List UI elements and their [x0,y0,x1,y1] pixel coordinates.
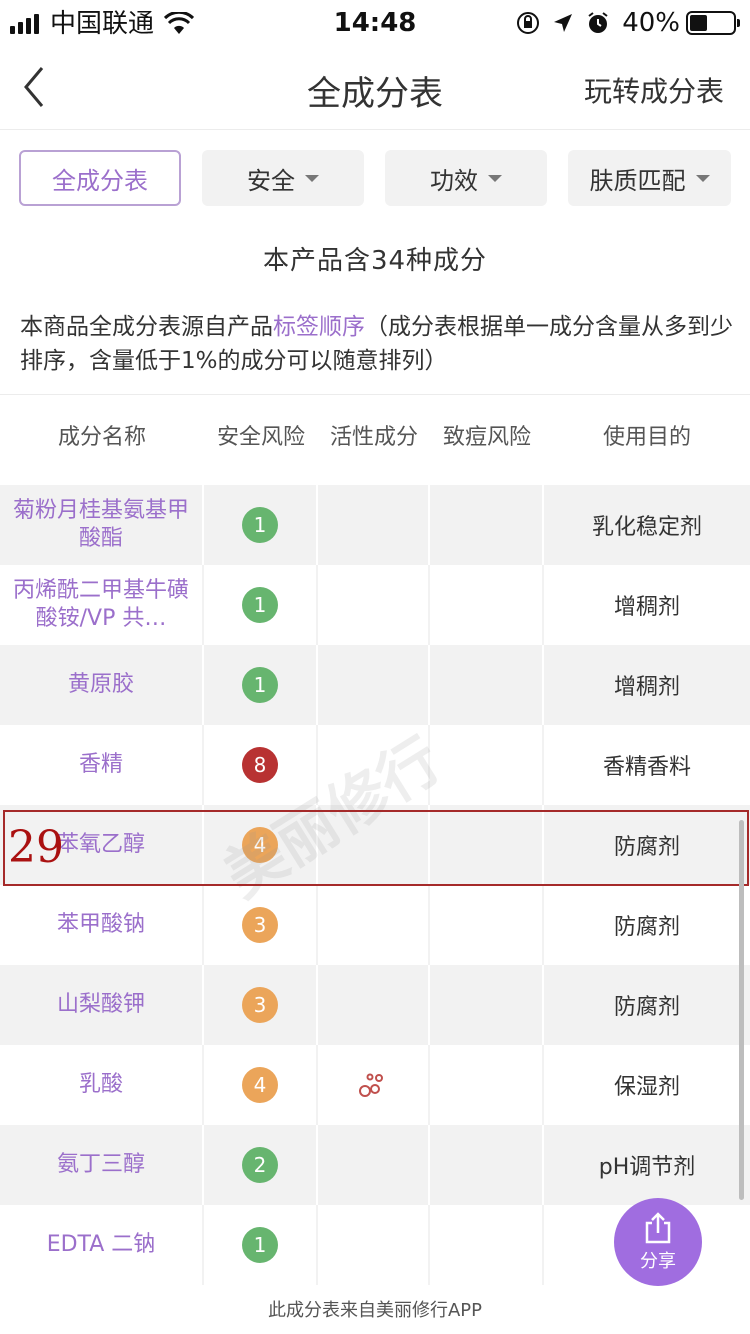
caret-down-icon [488,174,502,182]
ingredient-name[interactable]: 黄原胶 [60,671,142,699]
header-purpose: 使用目的 [602,425,691,450]
header-acne: 致痘风险 [442,425,531,450]
scrollbar[interactable] [739,820,744,1200]
highlight-number: 29 [8,822,64,873]
ingredient-table: 成分名称 安全风险 活性成分 致痘风险 使用目的 菊粉月桂基氨基甲酸酯 1 乳化… [0,394,750,1286]
source-description: 本商品全成分表源自产品标签顺序（成分表根据单一成分含量从多到少排序，含量低于1%… [20,310,736,378]
tab-full-list[interactable]: 全成分表 [19,150,181,206]
filter-tabs: 全成分表 安全 功效 肤质匹配 [19,150,731,206]
footer-source: 此成分表来自美丽修行APP [267,1300,483,1321]
table-body: 菊粉月桂基氨基甲酸酯 1 乳化稳定剂 丙烯酰二甲基牛磺酸铵/VP 共… 1 增稠… [0,485,750,1285]
ingredient-name[interactable]: 苯甲酸钠 [49,911,153,939]
ingredient-count: 本产品含34种成分 [262,246,488,276]
status-right: 40% [516,8,740,38]
desc-text: 本商品全成分表源自产品 [20,314,273,340]
table-row[interactable]: 苯氧乙醇 4 防腐剂 [0,805,750,885]
table-row[interactable]: 苯甲酸钠 3 防腐剂 [0,885,750,965]
table-row[interactable]: 菊粉月桂基氨基甲酸酯 1 乳化稳定剂 [0,485,750,565]
orientation-lock-icon [517,12,540,34]
share-button[interactable]: 分享 [614,1198,702,1286]
alarm-icon [588,12,608,33]
purpose-text: 增稠剂 [613,595,680,620]
header-safety: 安全风险 [216,425,305,450]
ingredient-name[interactable]: 乳酸 [71,1071,131,1099]
table-row[interactable]: 丙烯酰二甲基牛磺酸铵/VP 共… 1 增稠剂 [0,565,750,645]
battery-percent: 40% [622,8,680,38]
tab-label: 肤质匹配 [589,166,686,195]
purpose-text: 防腐剂 [613,835,680,860]
risk-badge: 4 [242,1067,278,1103]
purpose-text: 增稠剂 [613,675,680,700]
table-row[interactable]: 香精 8 香精香料 [0,725,750,805]
ingredient-name[interactable]: 菊粉月桂基氨基甲酸酯 [0,497,202,553]
location-arrow-icon [554,14,573,32]
tab-label: 安全 [247,166,295,195]
purpose-text: 防腐剂 [613,995,680,1020]
risk-badge: 3 [242,907,278,943]
risk-badge: 1 [242,587,278,623]
tab-safety[interactable]: 安全 [202,150,364,206]
tab-skin-match[interactable]: 肤质匹配 [568,150,731,206]
ingredient-name[interactable]: 氨丁三醇 [49,1151,153,1179]
purpose-text: 香精香料 [602,755,691,780]
risk-badge: 2 [242,1147,278,1183]
ingredient-name[interactable]: 苯氧乙醇 [49,831,153,859]
header-active: 活性成分 [329,425,418,450]
ingredient-name[interactable]: 丙烯酰二甲基牛磺酸铵/VP 共… [0,577,202,633]
ingredient-name[interactable]: EDTA 二钠 [39,1231,164,1259]
tab-efficacy[interactable]: 功效 [385,150,547,206]
guide-link[interactable]: 玩转成分表 [584,70,724,110]
label-order-link[interactable]: 标签顺序 [273,314,365,340]
caret-down-icon [305,174,319,182]
nav-bar: 全成分表 玩转成分表 [0,48,750,130]
ingredient-name[interactable]: 香精 [71,751,131,779]
risk-badge: 3 [242,987,278,1023]
table-row[interactable]: 氨丁三醇 2 pH调节剂 [0,1125,750,1205]
caret-down-icon [695,174,710,182]
risk-badge: 1 [242,667,278,703]
purpose-text: 乳化稳定剂 [591,515,702,540]
purpose-text: 保湿剂 [613,1075,680,1100]
header-name: 成分名称 [57,425,146,450]
risk-badge: 1 [242,1227,278,1263]
risk-badge: 8 [242,747,278,783]
ingredient-name[interactable]: 山梨酸钾 [49,991,153,1019]
purpose-text: pH调节剂 [598,1155,696,1180]
share-label: 分享 [640,1251,676,1272]
status-bar: 中国联通 14:48 40% [0,0,750,48]
risk-badge: 1 [242,507,278,543]
table-row[interactable]: 黄原胶 1 增稠剂 [0,645,750,725]
table-header: 成分名称 安全风险 活性成分 致痘风险 使用目的 [0,395,750,475]
battery-icon [686,11,740,35]
purpose-text: 防腐剂 [613,915,680,940]
table-row[interactable]: 乳酸 4 保湿剂 [0,1045,750,1125]
share-icon [645,1212,671,1244]
tab-label: 功效 [430,166,478,195]
tab-label: 全成分表 [52,166,148,195]
active-ingredient-icon [359,1073,383,1097]
table-row[interactable]: 山梨酸钾 3 防腐剂 [0,965,750,1045]
risk-badge: 4 [242,827,278,863]
